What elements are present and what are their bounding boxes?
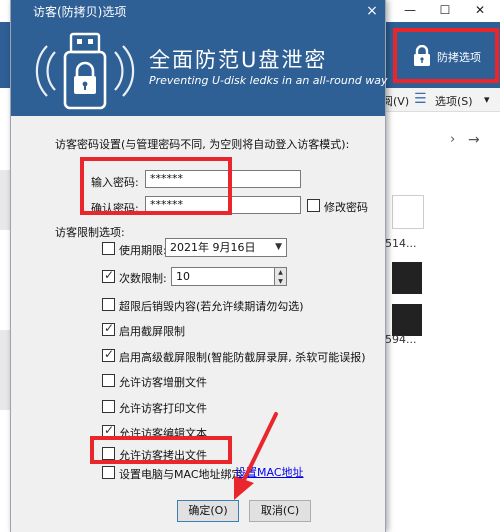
header-title: 全面防范U盘泄密 <box>149 48 328 72</box>
count-limit-input[interactable]: 10 <box>171 267 275 286</box>
left-strip <box>0 330 10 410</box>
set-mac-address-link[interactable]: 设置MAC地址 <box>235 464 304 480</box>
background-toolbar: 阅(V) ☰ 选项(S) ▾ <box>380 88 500 112</box>
allow-print-label: 允许访客打印文件 <box>119 402 207 415</box>
count-limit-checkbox[interactable] <box>102 268 115 283</box>
limits-section-label: 访客限制选项: <box>55 226 125 239</box>
allow-delete-label: 允许访客增删文件 <box>119 376 207 389</box>
header-subtitle: Preventing U-disk ledks in an all-round … <box>149 74 388 87</box>
modify-password-label: 修改密码 <box>324 201 368 214</box>
view-menu[interactable]: 阅(V) <box>382 93 409 109</box>
screenshot-limit-label: 启用截屏限制 <box>119 325 185 338</box>
file-thumbnail[interactable] <box>392 304 422 336</box>
dialog-title: 访客(防拷贝)选项 <box>11 0 385 24</box>
file-size-label: 594... <box>385 333 417 346</box>
maximize-button[interactable]: ☐ <box>428 0 462 22</box>
password-section-label: 访客密码设置(与管理密码不同, 为空则将自动登入访客模式): <box>55 138 350 151</box>
count-limit-label: 次数限制: <box>119 272 167 285</box>
ok-button[interactable]: 确定(O) <box>177 500 239 522</box>
advanced-screenshot-label: 启用高级截屏限制(智能防截屏录屏, 杀软可能误报) <box>119 351 366 364</box>
chevron-right-icon[interactable]: › <box>450 132 455 147</box>
spin-down-icon[interactable]: ▼ <box>275 277 286 286</box>
advanced-screenshot-checkbox[interactable] <box>102 347 115 362</box>
forward-arrow-icon[interactable]: → <box>468 132 480 148</box>
spin-up-icon[interactable]: ▲ <box>275 268 286 277</box>
options-menu[interactable]: 选项(S) <box>435 93 473 109</box>
dialog-close-button[interactable]: × <box>359 0 385 24</box>
allow-delete-checkbox[interactable] <box>102 374 115 387</box>
file-thumbnail[interactable] <box>392 262 422 294</box>
chevron-down-icon[interactable]: ▼ <box>275 239 282 256</box>
usb-lock-logo-icon <box>35 32 135 110</box>
list-view-icon[interactable]: ☰ <box>414 91 427 107</box>
file-thumbnail[interactable] <box>392 195 424 229</box>
highlight-protect-options <box>393 28 499 83</box>
modify-password-checkbox[interactable] <box>307 199 320 212</box>
expiry-label: 使用期限: <box>119 244 167 257</box>
minimize-button[interactable]: — <box>393 0 427 22</box>
screenshot-limit-checkbox[interactable] <box>102 321 115 336</box>
highlight-copy-out-option <box>90 436 232 464</box>
destroy-content-checkbox[interactable] <box>102 298 115 311</box>
count-spinner[interactable]: ▲ ▼ <box>275 267 287 286</box>
expiry-date-picker[interactable]: 2021年 9月16日 ▼ <box>165 238 287 257</box>
options-dropdown-icon[interactable]: ▾ <box>484 93 490 106</box>
dialog-header-banner: 全面防范U盘泄密 Preventing U-disk ledks in an a… <box>11 24 388 116</box>
close-window-button[interactable]: ✕ <box>463 0 497 22</box>
expiry-date-value: 2021年 9月16日 <box>170 241 256 254</box>
file-size-label: 514... <box>385 237 417 250</box>
expiry-checkbox[interactable] <box>102 242 115 255</box>
mac-bind-checkbox[interactable] <box>102 466 115 479</box>
cancel-button[interactable]: 取消(C) <box>249 500 311 522</box>
mac-bind-label: 设置电脑与MAC地址绑定 <box>119 468 243 481</box>
allow-print-checkbox[interactable] <box>102 400 115 413</box>
highlight-password-fields <box>80 157 232 215</box>
destroy-content-label: 超限后销毁内容(若允许续期请勿勾选) <box>119 300 304 313</box>
left-strip <box>0 170 10 230</box>
background-nav: › → <box>388 128 500 152</box>
